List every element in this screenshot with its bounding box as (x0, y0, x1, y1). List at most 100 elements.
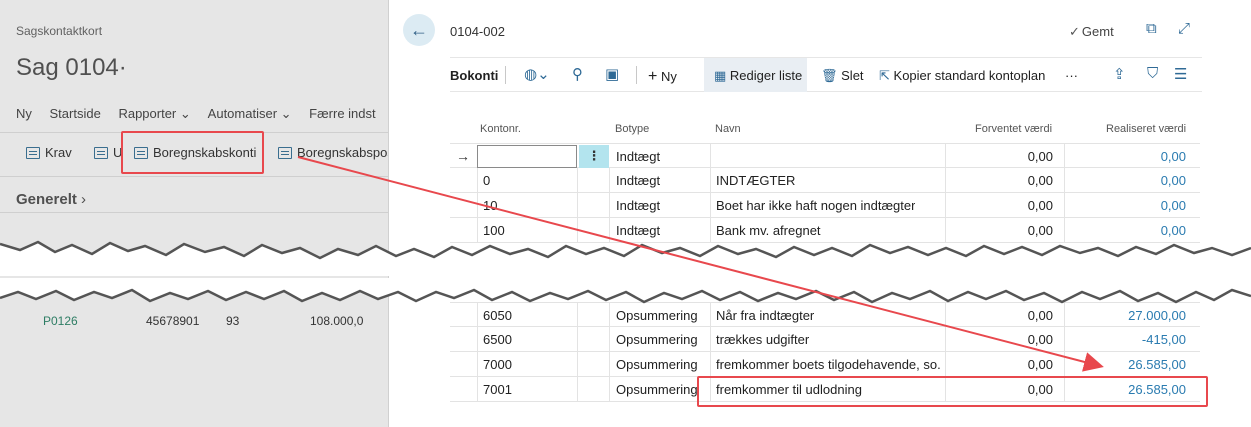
divider (0, 212, 388, 213)
search-icon[interactable]: ⚲ (572, 65, 583, 83)
saved-label: Gemt (1081, 24, 1114, 39)
column-header-forventet[interactable]: Forventet værdi (975, 123, 1052, 135)
callout-highlight-boregnskabskonti (121, 131, 264, 174)
list-cell: 93 (226, 314, 240, 328)
botype-cell[interactable]: Indtægt (616, 193, 660, 218)
background-card: Sagskontaktkort Sag 0104· Ny Startside R… (0, 0, 388, 427)
more-button[interactable]: ··· (1065, 68, 1078, 83)
edit-list-icon: ▦ (714, 68, 727, 83)
action-menu: Ny Startside Rapporter ⌄ Automatiser ⌄ F… (16, 106, 388, 122)
section-label: Generelt (16, 191, 77, 208)
realiseret-cell[interactable]: 26.585,00 (1064, 352, 1186, 377)
list-cell: 108.000,0 (310, 314, 364, 328)
table-row[interactable]: 0 Indtægt INDTÆGTER 0,00 0,00 (450, 168, 1200, 193)
menu-item-ny[interactable]: Ny (16, 106, 32, 121)
column-header-navn[interactable]: Navn (715, 123, 741, 135)
kontonr-cell[interactable]: 6500 (483, 327, 512, 352)
column-header-botype[interactable]: Botype (615, 123, 649, 135)
table-row[interactable]: → ⋮ Indtægt 0,00 0,00 (450, 143, 1200, 169)
trash-icon: 🗑 (821, 68, 838, 83)
realiseret-cell[interactable]: 0,00 (1064, 144, 1186, 169)
botype-cell[interactable]: Indtægt (616, 168, 660, 193)
botype-cell[interactable]: Opsummering (616, 327, 698, 352)
chevron-right-icon: › (81, 191, 87, 208)
krav-label: Krav (45, 145, 72, 160)
saved-status: ✓ Gemt (1069, 24, 1114, 40)
list-view-icon[interactable]: ☰ (1174, 65, 1187, 83)
copy-chart-label: Kopier standard kontoplan (893, 68, 1046, 83)
menu-item-faerre[interactable]: Færre indst (309, 106, 375, 121)
copy-icon: ⇱ (879, 68, 890, 83)
torn-edge-bottom (0, 278, 1251, 304)
lower-list: P0126 45678901 93 108.000,0 (0, 296, 388, 427)
row-pointer-icon: → (456, 148, 470, 164)
divider (0, 176, 388, 177)
delete-label: Slet (841, 68, 864, 83)
copy-chart-button[interactable]: ⇱ Kopier standard kontoplan (879, 68, 1045, 84)
kontonr-cell[interactable]: 0 (483, 168, 490, 193)
layout-icon[interactable]: ▣ (605, 65, 619, 83)
navn-cell[interactable]: trækkes udgifter (716, 327, 809, 352)
share-icon[interactable]: ⇪ (1113, 65, 1126, 83)
open-new-window-icon[interactable]: ⧉ (1146, 20, 1157, 37)
divider (505, 66, 506, 84)
list-cell: 45678901 (146, 314, 200, 328)
toolbar: Bokonti ◍⌄ ⚲ ▣ + Ny ▦ Rediger liste 🗑 Sl… (450, 57, 1202, 92)
realiseret-cell[interactable]: 0,00 (1064, 193, 1186, 218)
delete-button[interactable]: 🗑 Slet (821, 68, 864, 84)
u-action[interactable]: U (94, 145, 122, 160)
table-row[interactable]: 7000 Opsummering fremkommer boets tilgod… (450, 352, 1200, 377)
navn-cell[interactable]: INDTÆGTER (716, 168, 795, 193)
tab-bokonti[interactable]: Bokonti (450, 68, 498, 83)
callout-highlight-udlodning (697, 376, 1208, 407)
forventet-cell[interactable]: 0,00 (945, 193, 1053, 218)
navn-cell[interactable]: Boet har ikke haft nogen indtægter (716, 193, 915, 218)
kontonr-cell[interactable]: 7000 (483, 352, 512, 377)
filter-icon[interactable]: ⛉ (1147, 65, 1158, 82)
table-row[interactable]: 6500 Opsummering trækkes udgifter 0,00 -… (450, 327, 1200, 352)
edit-list-button[interactable]: ▦ Rediger liste (714, 68, 802, 84)
menu-item-startside[interactable]: Startside (50, 106, 101, 121)
document-number: 0104-002 (450, 24, 505, 39)
analyze-icon[interactable]: ◍⌄ (524, 65, 550, 83)
menu-item-automatiser[interactable]: Automatiser ⌄ (208, 106, 292, 121)
divider (636, 66, 637, 84)
kontonr-cell[interactable]: 7001 (483, 377, 512, 402)
navn-cell[interactable]: fremkommer boets tilgodehavende, so... (716, 352, 941, 377)
column-header-realiseret[interactable]: Realiseret værdi (1106, 123, 1186, 135)
arrow-left-icon: ← (410, 19, 428, 40)
forventet-cell[interactable]: 0,00 (945, 144, 1053, 169)
new-label: Ny (660, 69, 677, 84)
plus-icon: + (648, 68, 658, 85)
kontonr-cell[interactable]: 10 (483, 193, 497, 218)
boregnskabspost-action[interactable]: Boregnskabspost (278, 145, 388, 160)
realiseret-cell[interactable]: 0,00 (1064, 168, 1186, 193)
torn-edge-top (0, 240, 1251, 276)
ledger-icon (278, 146, 292, 159)
kontonr-input[interactable] (477, 145, 577, 168)
edit-list-label: Rediger liste (729, 68, 803, 83)
forventet-cell[interactable]: 0,00 (945, 327, 1053, 352)
table-icon (26, 146, 40, 159)
back-button[interactable]: ← (403, 14, 435, 46)
table-row[interactable]: 10 Indtægt Boet har ikke haft nogen indt… (450, 193, 1200, 218)
menu-item-rapporter[interactable]: Rapporter ⌄ (118, 106, 190, 121)
bokonti-panel: ← 0104-002 ✓ Gemt ⧉ ⤢ Bokonti ◍⌄ ⚲ ▣ + Ny… (388, 0, 1251, 427)
botype-cell[interactable]: Opsummering (616, 377, 698, 402)
forventet-cell[interactable]: 0,00 (945, 168, 1053, 193)
row-menu-button[interactable]: ⋮ (579, 145, 609, 168)
column-header-kontonr[interactable]: Kontonr. (480, 123, 521, 135)
forventet-cell[interactable]: 0,00 (945, 352, 1053, 377)
list-cell[interactable]: P0126 (43, 314, 78, 328)
botype-cell[interactable]: Opsummering (616, 352, 698, 377)
new-button[interactable]: + Ny (648, 68, 677, 86)
botype-cell[interactable]: Indtægt (616, 144, 660, 169)
coins-icon (94, 146, 108, 159)
expand-icon[interactable]: ⤢ (1178, 20, 1190, 37)
realiseret-cell[interactable]: -415,00 (1064, 327, 1186, 352)
breadcrumb: Sagskontaktkort (16, 24, 103, 38)
boregnskabspost-label: Boregnskabspost (297, 145, 388, 160)
krav-action[interactable]: Krav (26, 145, 72, 160)
section-generelt[interactable]: Generelt › (16, 191, 86, 208)
check-icon: ✓ (1069, 24, 1080, 39)
